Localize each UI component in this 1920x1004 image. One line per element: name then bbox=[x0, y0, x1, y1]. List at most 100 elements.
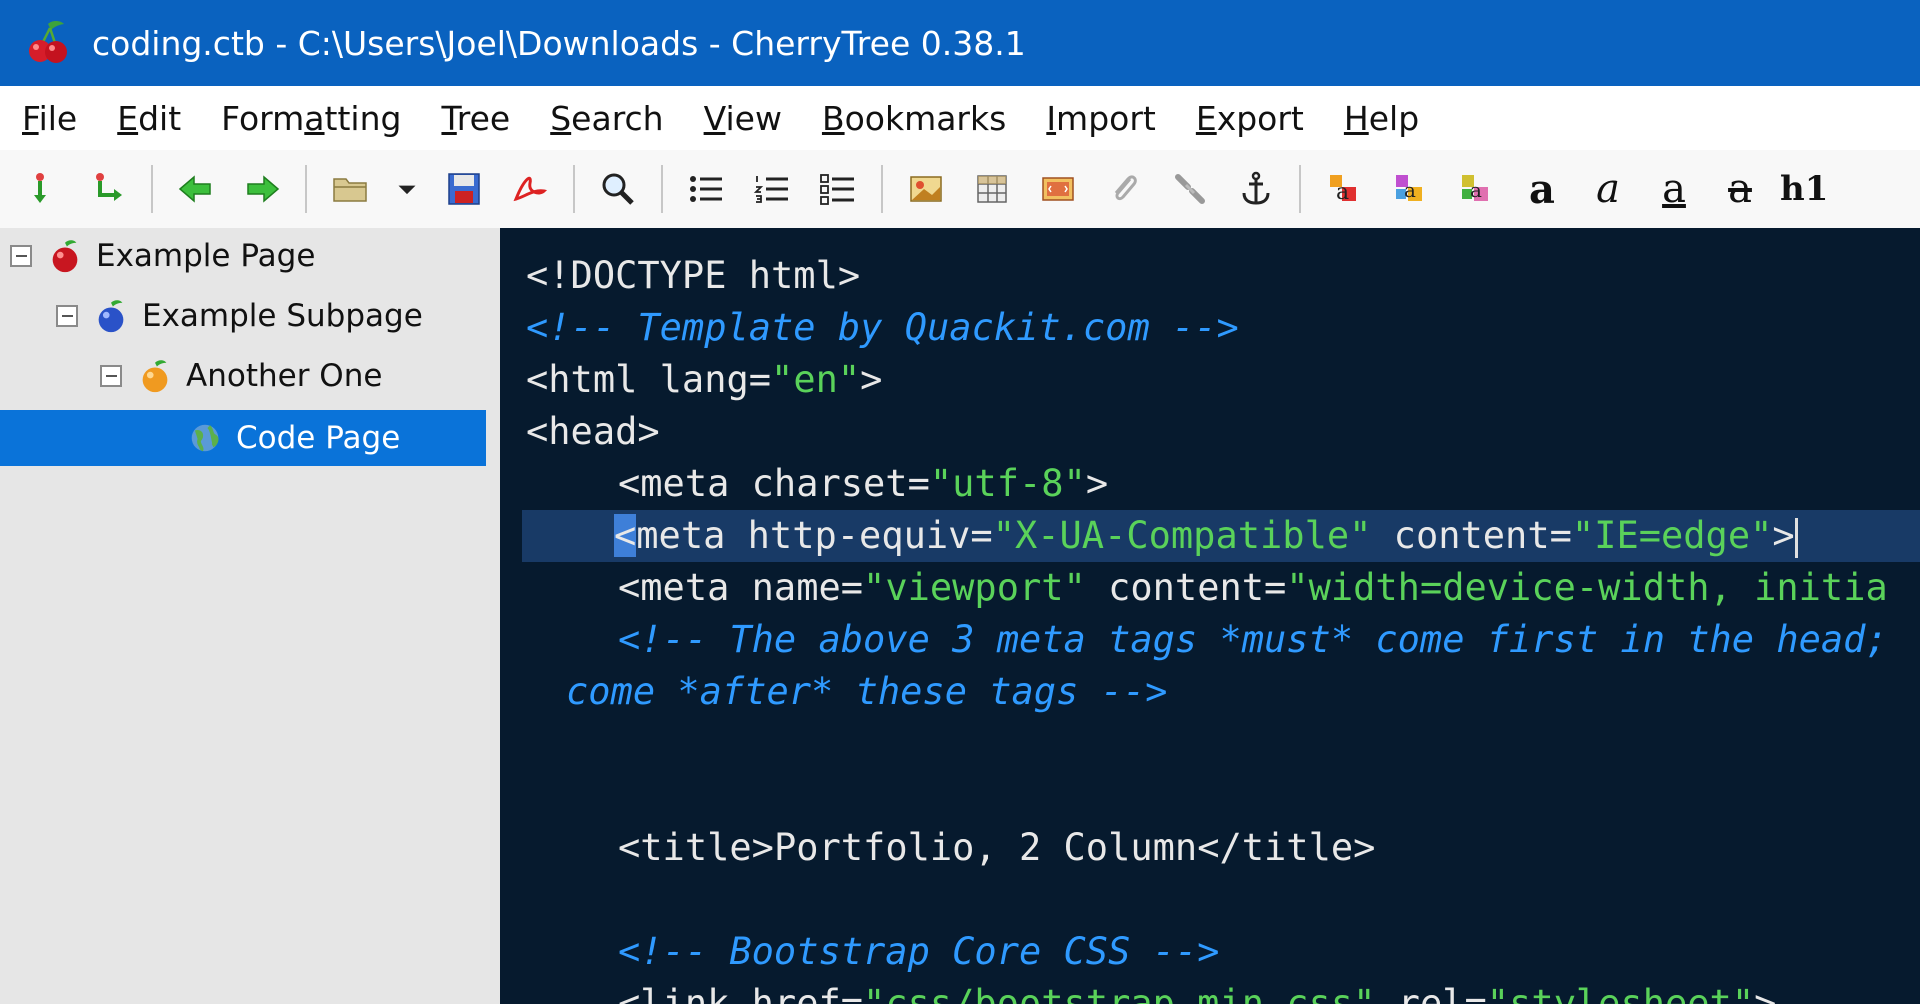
toolbar-separator bbox=[573, 165, 575, 213]
go-forward-button[interactable] bbox=[236, 163, 288, 215]
toolbar-separator bbox=[881, 165, 883, 213]
insert-file-button[interactable] bbox=[1098, 163, 1150, 215]
open-file-button[interactable] bbox=[324, 163, 376, 215]
cherrytree-window: coding.ctb - C:\Users\Joel\Downloads - C… bbox=[0, 0, 1920, 1004]
menu-tree[interactable]: Tree bbox=[441, 99, 510, 138]
folder-icon bbox=[333, 178, 367, 202]
strikethrough-button[interactable]: a bbox=[1714, 163, 1766, 215]
format-clear-icon: a bbox=[1462, 175, 1488, 202]
toolbar-separator bbox=[305, 165, 307, 213]
save-icon bbox=[448, 173, 480, 205]
toolbar-separator bbox=[1299, 165, 1301, 213]
text-foreground-color-icon: a bbox=[1330, 175, 1356, 205]
title-bar: coding.ctb - C:\Users\Joel\Downloads - C… bbox=[0, 0, 1920, 86]
arrow-left-icon bbox=[178, 175, 211, 203]
svg-text:a: a bbox=[1470, 178, 1482, 202]
codebox-icon bbox=[1042, 177, 1074, 201]
collapse-toggle[interactable] bbox=[56, 305, 78, 327]
code-line: <title>Portfolio, 2 Column</title> bbox=[618, 826, 1376, 869]
code-line: <html lang="en"> bbox=[526, 358, 883, 401]
open-recent-dropdown[interactable] bbox=[390, 163, 424, 215]
insert-codebox-button[interactable] bbox=[1032, 163, 1084, 215]
arrow-right-icon bbox=[247, 175, 280, 203]
add-subnode-button[interactable] bbox=[82, 163, 134, 215]
bulleted-list-icon bbox=[690, 176, 722, 202]
save-button[interactable] bbox=[438, 163, 490, 215]
todo-list-button[interactable] bbox=[812, 163, 864, 215]
cherry-blue-icon bbox=[98, 300, 124, 333]
code-line: <meta charset="utf-8"> bbox=[618, 462, 1109, 505]
cherry-orange-icon bbox=[142, 360, 168, 393]
window-title: coding.ctb - C:\Users\Joel\Downloads - C… bbox=[92, 23, 1026, 63]
menu-edit[interactable]: Edit bbox=[117, 99, 181, 138]
go-back-button[interactable] bbox=[170, 163, 222, 215]
tree-node-label: Example Page bbox=[96, 238, 316, 274]
collapse-toggle[interactable] bbox=[100, 365, 122, 387]
find-button[interactable] bbox=[592, 163, 644, 215]
heading1-button[interactable]: h1 bbox=[1780, 163, 1832, 215]
menu-export[interactable]: Export bbox=[1196, 99, 1304, 138]
globe-icon bbox=[191, 424, 219, 452]
insert-table-button[interactable] bbox=[966, 163, 1018, 215]
tree-node-label: Another One bbox=[186, 358, 383, 394]
search-icon bbox=[602, 173, 634, 205]
image-icon bbox=[910, 176, 942, 202]
svg-text:a: a bbox=[1336, 180, 1349, 205]
toolbar-separator bbox=[661, 165, 663, 213]
add-node-button[interactable] bbox=[16, 163, 68, 215]
code-editor[interactable]: <!DOCTYPE html> <!-- Template by Quackit… bbox=[500, 228, 1920, 1004]
pane-splitter[interactable] bbox=[486, 228, 500, 1004]
menu-help[interactable]: Help bbox=[1344, 99, 1419, 138]
bulleted-list-button[interactable] bbox=[680, 163, 732, 215]
code-line: <meta name="viewport" content="width=dev… bbox=[618, 566, 1888, 609]
svg-text:a: a bbox=[1404, 178, 1416, 202]
tree-node-label: Example Subpage bbox=[142, 298, 423, 334]
insert-anchor-button[interactable] bbox=[1230, 163, 1282, 215]
menu-search[interactable]: Search bbox=[550, 99, 663, 138]
code-line: <head> bbox=[526, 410, 660, 453]
menu-bookmarks[interactable]: Bookmarks bbox=[822, 99, 1006, 138]
pdf-icon bbox=[513, 176, 548, 202]
menu-import[interactable]: Import bbox=[1046, 99, 1156, 138]
cherry-red-icon bbox=[52, 240, 78, 273]
code-line: <!-- Bootstrap Core CSS --> bbox=[618, 930, 1220, 973]
code-line: <!-- The above 3 meta tags *must* come f… bbox=[618, 618, 1888, 661]
anchor-icon bbox=[1242, 171, 1270, 205]
table-icon bbox=[977, 175, 1007, 203]
code-line: <!DOCTYPE html> bbox=[526, 254, 861, 297]
link-icon bbox=[1175, 174, 1205, 204]
code-line-current: <meta http-equiv="X-UA-Compatible" conte… bbox=[522, 510, 1920, 562]
code-line: come *after* these tags --> bbox=[566, 670, 1168, 713]
numbered-list-button[interactable] bbox=[746, 163, 798, 215]
text-caret bbox=[1794, 517, 1798, 558]
text-color-background-button[interactable]: a bbox=[1384, 163, 1436, 215]
tree-node-example-subpage[interactable]: Example Subpage bbox=[0, 288, 542, 344]
collapse-toggle[interactable] bbox=[10, 245, 32, 267]
insert-image-button[interactable] bbox=[900, 163, 952, 215]
tree-node-label: Code Page bbox=[236, 420, 401, 456]
menu-view[interactable]: View bbox=[704, 99, 782, 138]
menu-bar: File Edit Formatting Tree Search View Bo… bbox=[0, 86, 1920, 150]
code-line: <!-- Template by Quackit.com --> bbox=[526, 306, 1239, 349]
node-tree-panel: Example Page Example Subpage Another One… bbox=[0, 228, 662, 1004]
tree-node-example-page[interactable]: Example Page bbox=[0, 228, 496, 284]
add-node-icon bbox=[34, 173, 46, 203]
menu-file[interactable]: File bbox=[22, 99, 77, 138]
bold-button[interactable]: a bbox=[1516, 163, 1568, 215]
dropdown-arrow-icon bbox=[398, 185, 416, 195]
underline-button[interactable]: a bbox=[1648, 163, 1700, 215]
text-color-foreground-button[interactable]: a bbox=[1318, 163, 1370, 215]
italic-button[interactable]: a bbox=[1582, 163, 1634, 215]
numbered-list-icon bbox=[753, 176, 788, 203]
export-pdf-button[interactable] bbox=[504, 163, 556, 215]
remove-formatting-button[interactable]: a bbox=[1450, 163, 1502, 215]
add-subnode-icon bbox=[96, 173, 122, 201]
text-background-color-icon: a bbox=[1396, 175, 1422, 202]
code-line: <link href="css/bootstrap.min.css" rel="… bbox=[618, 982, 1777, 1004]
menu-formatting[interactable]: Formatting bbox=[221, 99, 401, 138]
paperclip-icon bbox=[1114, 175, 1137, 201]
insert-link-button[interactable] bbox=[1164, 163, 1216, 215]
toolbar-separator bbox=[151, 165, 153, 213]
todo-list-icon bbox=[820, 174, 854, 205]
cherry-app-icon bbox=[29, 21, 67, 63]
